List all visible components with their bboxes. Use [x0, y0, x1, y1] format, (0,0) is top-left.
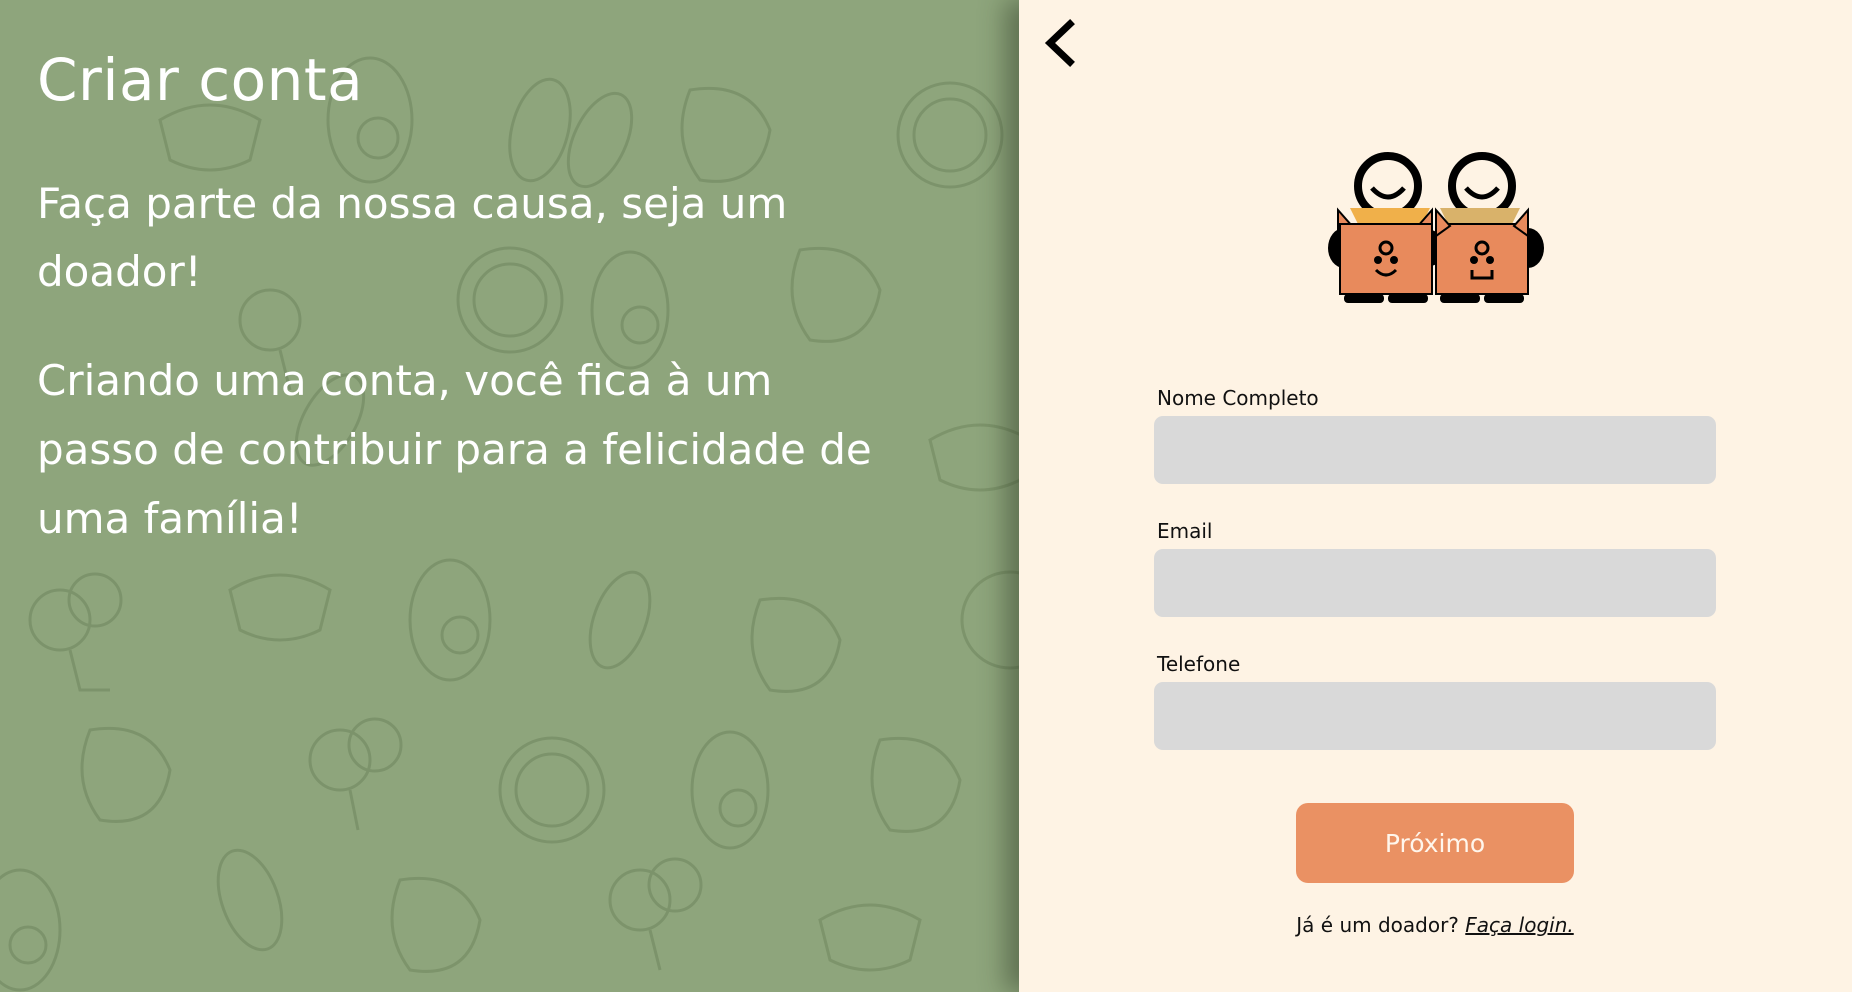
back-button[interactable]: [1040, 18, 1084, 68]
full-name-label: Nome Completo: [1157, 386, 1319, 410]
page-title: Criar conta: [37, 46, 364, 114]
full-name-input[interactable]: [1154, 416, 1716, 484]
login-question: Já é um doador?: [1296, 913, 1459, 937]
login-link[interactable]: Faça login.: [1465, 913, 1573, 937]
intro-text: Faça parte da nossa causa, seja um doado…: [37, 179, 788, 296]
chevron-left-icon: [1044, 19, 1075, 67]
intro-panel: Criar conta Faça parte da nossa causa, s…: [0, 0, 1019, 992]
donation-boxes-logo: [1328, 152, 1544, 303]
description-text: Criando uma conta, você fica à um passo …: [37, 356, 872, 543]
login-prompt: Já é um doador? Faça login.: [1154, 913, 1716, 937]
intro-text-block: Criar conta Faça parte da nossa causa, s…: [37, 40, 897, 553]
email-input[interactable]: [1154, 549, 1716, 617]
phone-input[interactable]: [1154, 682, 1716, 750]
signup-form: Nome Completo Email Telefone: [1154, 386, 1716, 785]
next-button[interactable]: Próximo: [1296, 803, 1574, 883]
phone-label: Telefone: [1157, 652, 1241, 676]
email-label: Email: [1157, 519, 1213, 543]
signup-page: Criar conta Faça parte da nossa causa, s…: [0, 0, 1852, 992]
